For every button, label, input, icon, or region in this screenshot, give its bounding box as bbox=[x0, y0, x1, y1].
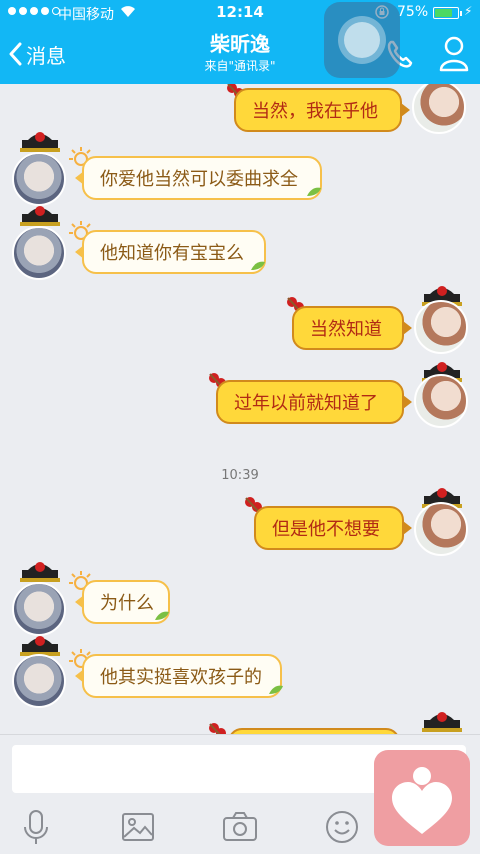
microphone-icon bbox=[24, 810, 48, 844]
camera-icon bbox=[223, 812, 257, 841]
message-bubble-outgoing[interactable]: 当然知道 bbox=[292, 306, 412, 350]
assistive-touch-button[interactable] bbox=[324, 2, 400, 78]
message-bubble-incoming[interactable]: 他知道你有宝宝么 bbox=[75, 230, 266, 274]
message-item: 当然知道 bbox=[0, 284, 480, 364]
crown-hat-icon bbox=[20, 636, 60, 656]
chevron-left-icon bbox=[9, 42, 22, 66]
crown-hat-icon bbox=[20, 132, 60, 152]
charging-icon: ⚡ bbox=[464, 4, 473, 18]
message-item: 但是他不想要 bbox=[0, 484, 480, 564]
crown-hat-icon bbox=[422, 712, 462, 732]
chat-title-block[interactable]: 柴昕逸 来自"通讯录" bbox=[140, 30, 340, 74]
contact-avatar[interactable] bbox=[12, 226, 66, 280]
message-bubble-outgoing[interactable]: 过年以前就知道了 bbox=[216, 380, 412, 424]
leaf-decoration-icon bbox=[269, 685, 283, 694]
floating-heart-app-button[interactable] bbox=[374, 750, 470, 846]
back-label: 消息 bbox=[26, 43, 66, 68]
crown-hat-icon bbox=[20, 562, 60, 582]
my-avatar[interactable] bbox=[414, 502, 468, 556]
back-button[interactable]: 消息 bbox=[8, 36, 66, 72]
voice-button[interactable] bbox=[16, 807, 56, 847]
message-bubble-outgoing[interactable]: 当然，我在乎他 bbox=[234, 88, 410, 132]
message-item bbox=[0, 706, 480, 734]
battery-icon bbox=[433, 7, 462, 19]
message-timestamp: 10:39 bbox=[221, 468, 259, 483]
message-bubble-outgoing[interactable]: 但是他不想要 bbox=[254, 506, 412, 550]
chat-message-list[interactable]: 当然，我在乎他 你爱他当然可以委曲求全 他知道你有宝宝么 当然知道 过年以前就知… bbox=[0, 84, 480, 734]
image-icon bbox=[122, 813, 154, 841]
my-avatar[interactable] bbox=[414, 300, 468, 354]
message-item: 你爱他当然可以委曲求全 bbox=[0, 130, 480, 210]
emoji-button[interactable] bbox=[322, 807, 362, 847]
contact-avatar[interactable] bbox=[12, 582, 66, 636]
contact-profile-button[interactable] bbox=[436, 34, 472, 72]
message-bubble-incoming[interactable]: 你爱他当然可以委曲求全 bbox=[75, 156, 322, 200]
camera-button[interactable] bbox=[220, 807, 260, 847]
image-button[interactable] bbox=[118, 807, 158, 847]
top-bar: 中国移动 12:14 75% ⚡ 消息 柴昕逸 来自"通讯录" bbox=[0, 0, 480, 84]
nav-bar: 消息 柴昕逸 来自"通讯录" bbox=[0, 26, 480, 84]
leaf-decoration-icon bbox=[251, 261, 265, 270]
leaf-decoration-icon bbox=[307, 187, 321, 196]
status-bar: 中国移动 12:14 75% ⚡ bbox=[0, 0, 480, 26]
leaf-decoration-icon bbox=[155, 611, 169, 620]
message-item: 他知道你有宝宝么 bbox=[0, 204, 480, 284]
battery-percentage: 75% bbox=[397, 4, 429, 20]
message-item: 为什么 bbox=[0, 560, 480, 640]
message-item: 他其实挺喜欢孩子的 bbox=[0, 632, 480, 712]
my-avatar[interactable] bbox=[414, 374, 468, 428]
contact-avatar[interactable] bbox=[12, 152, 66, 206]
person-icon bbox=[439, 36, 469, 72]
my-avatar[interactable] bbox=[412, 84, 466, 134]
message-item: 过年以前就知道了 bbox=[0, 360, 480, 440]
crown-hat-icon bbox=[20, 206, 60, 226]
chat-subtitle: 来自"通讯录" bbox=[204, 59, 276, 73]
chat-title: 柴昕逸 bbox=[210, 32, 270, 56]
message-bubble-incoming[interactable]: 他其实挺喜欢孩子的 bbox=[75, 654, 282, 698]
contact-avatar[interactable] bbox=[12, 654, 66, 708]
heart-app-icon bbox=[392, 767, 452, 834]
emoji-icon bbox=[326, 811, 358, 843]
